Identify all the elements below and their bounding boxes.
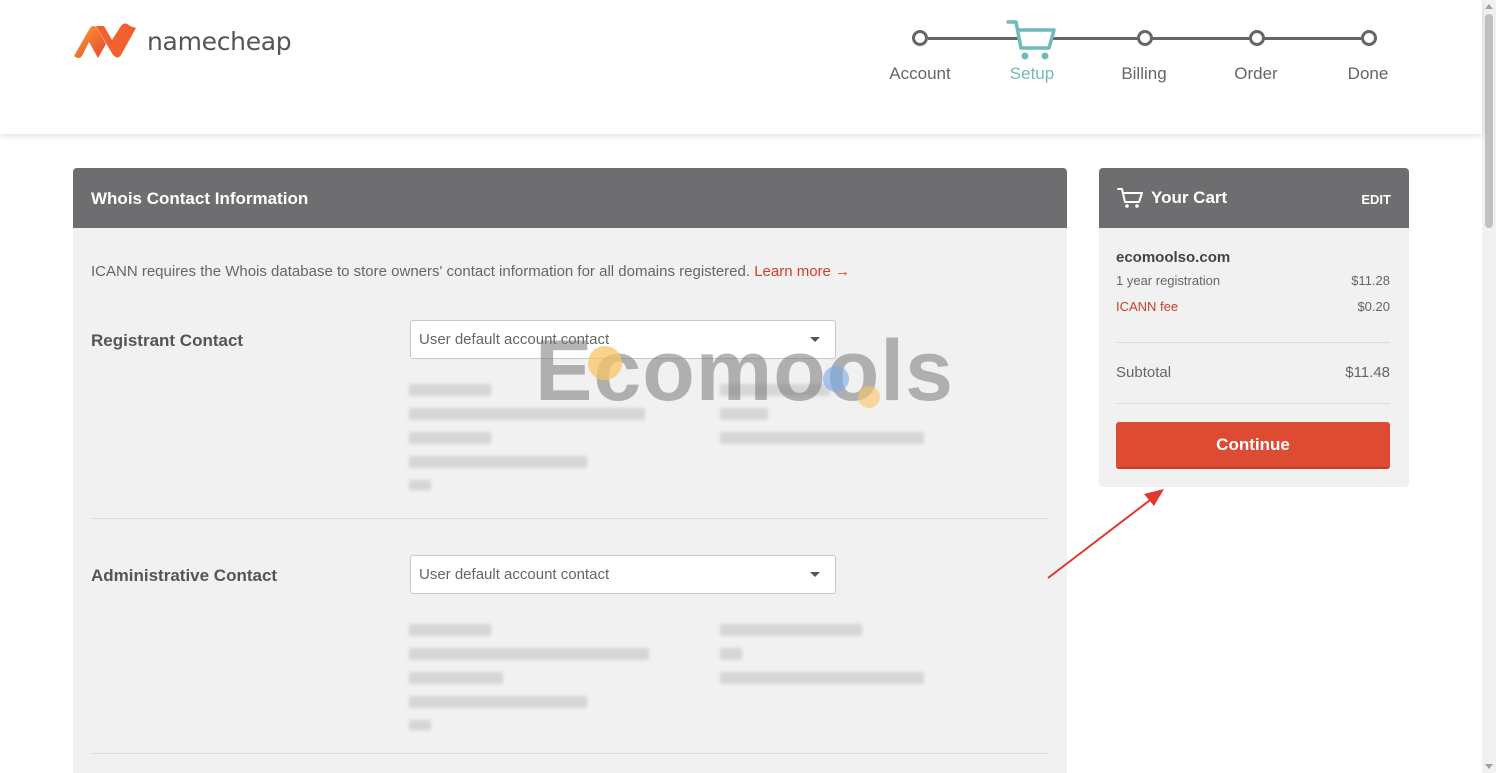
- annotation-arrow-icon: [1047, 489, 1164, 579]
- whois-intro-text: ICANN requires the Whois database to sto…: [91, 263, 751, 280]
- cart-line-item: ICANN fee $0.20: [1116, 299, 1390, 314]
- shopping-cart-icon: [1117, 188, 1143, 208]
- page-scrollbar[interactable]: [1482, 0, 1496, 773]
- subtotal-label: Subtotal: [1116, 364, 1172, 381]
- whois-title: Whois Contact Information: [73, 168, 1067, 228]
- whois-panel: Whois Contact Information ICANN requires…: [73, 168, 1067, 773]
- progress-steps: Account Setup Billing Order Done: [0, 0, 1482, 134]
- cart-divider: [1116, 403, 1390, 404]
- scrollbar-thumb[interactable]: [1485, 14, 1493, 228]
- cart-edit-link[interactable]: EDIT: [1361, 192, 1391, 207]
- subtotal-value: $11.48: [1345, 364, 1390, 381]
- step-account: Account: [889, 64, 951, 83]
- cart-domain: ecomoolso.com: [1116, 249, 1231, 266]
- step-setup: Setup: [1009, 64, 1055, 83]
- cart-line-item: 1 year registration $11.28: [1116, 273, 1390, 288]
- section-divider: [91, 753, 1049, 754]
- cart-icon: [1006, 20, 1056, 60]
- cart-subtotal: Subtotal $11.48: [1116, 364, 1390, 381]
- whois-intro: ICANN requires the Whois database to sto…: [91, 263, 850, 280]
- chevron-down-icon: [810, 572, 820, 577]
- cart-title: Your Cart: [1151, 188, 1228, 207]
- step-dot-order: [1249, 30, 1265, 46]
- step-done: Done: [1347, 64, 1389, 83]
- administrative-contact-select[interactable]: User default account contact: [410, 555, 836, 594]
- step-billing: Billing: [1121, 64, 1167, 83]
- header: namecheap Account Setup Billing Order Do…: [0, 0, 1482, 134]
- cart-item-label: ICANN fee: [1116, 299, 1179, 314]
- learn-more-link[interactable]: Learn more →: [754, 263, 850, 280]
- section-divider: [91, 518, 1049, 519]
- step-dot-done: [1361, 30, 1377, 46]
- cart-panel: Your Cart EDIT ecomoolso.com 1 year regi…: [1099, 168, 1409, 487]
- cart-divider: [1116, 342, 1390, 343]
- registrant-contact-label: Registrant Contact: [91, 331, 244, 350]
- scroll-up-icon[interactable]: [1485, 4, 1493, 9]
- watermark-dot: [858, 386, 880, 408]
- cart-item-price: $0.20: [1357, 299, 1390, 314]
- step-order: Order: [1234, 64, 1278, 83]
- administrative-select-value: User default account contact: [419, 566, 610, 583]
- watermark-dot: [588, 346, 622, 380]
- cart-item-label: 1 year registration: [1116, 273, 1221, 288]
- watermark-dot: [823, 366, 849, 392]
- continue-button[interactable]: Continue: [1116, 422, 1390, 469]
- cart-item-price: $11.28: [1351, 273, 1390, 288]
- step-dot-account: [912, 30, 928, 46]
- step-dot-billing: [1137, 30, 1153, 46]
- administrative-contact-label: Administrative Contact: [91, 566, 278, 585]
- cart-header: Your Cart EDIT: [1099, 168, 1409, 228]
- scroll-down-icon[interactable]: [1485, 764, 1493, 769]
